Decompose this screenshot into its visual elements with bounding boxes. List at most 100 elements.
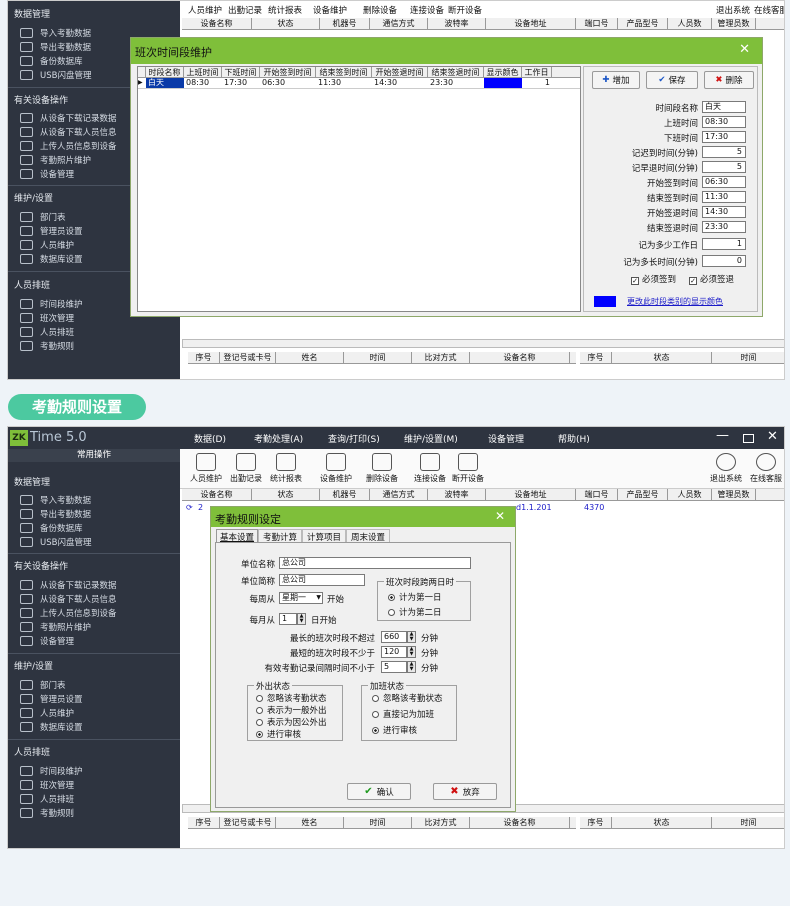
must-signin-checkbox[interactable]: ✓ 必须签到 [631, 273, 676, 285]
col-header[interactable]: 状态 [612, 352, 712, 363]
sidebar-item-backup[interactable]: 备份数据库 [20, 522, 83, 534]
sidebar-item-db-settings[interactable]: 数据库设置 [20, 253, 83, 265]
cancel-button[interactable]: ✖ 放弃 [433, 783, 497, 800]
timeslot-field-input[interactable]: 14:30 [702, 206, 746, 218]
sidebar-item-upload-users[interactable]: 上传人员信息到设备 [20, 607, 117, 619]
ot-ignore-radio[interactable]: 忽略该考勤状态 [372, 692, 443, 704]
toolbar-disconnect[interactable]: 断开设备 [448, 453, 488, 484]
sidebar-item-download-users[interactable]: 从设备下载人员信息 [20, 126, 117, 138]
sidebar-item-scheduling[interactable]: 人员排班 [20, 326, 74, 338]
col-header[interactable]: 结束签到时间 [316, 67, 372, 77]
confirm-button[interactable]: ✔ 确认 [347, 783, 411, 800]
timeslot-field-input[interactable]: 5 [702, 146, 746, 158]
timeslot-field-input[interactable]: 白天 [702, 101, 746, 113]
col-header[interactable]: 设备名称 [182, 18, 252, 29]
col-header[interactable]: 机器号 [320, 489, 370, 500]
toolbar-users[interactable]: 人员维护 [186, 453, 226, 484]
sidebar-item-devices[interactable]: 设备管理 [20, 635, 74, 647]
col-header[interactable]: 姓名 [276, 817, 344, 828]
toolbar-connect[interactable]: 连接设备 [410, 4, 444, 16]
timeslot-field-input[interactable]: 11:30 [702, 191, 746, 203]
table-row[interactable]: ▶ 白天 08:30 17:30 06:30 11:30 14:30 23:30… [138, 78, 580, 89]
col-header[interactable]: 设备名称 [182, 489, 252, 500]
timeslot-field-input[interactable]: 17:30 [702, 131, 746, 143]
month-start-field[interactable]: 1 [279, 613, 297, 625]
col-header[interactable]: 序号 [580, 817, 612, 828]
col-header[interactable]: 设备名称 [470, 817, 570, 828]
toolbar-device-maint[interactable]: 设备维护 [313, 4, 347, 16]
col-header[interactable]: 工作日 [522, 67, 552, 77]
cell[interactable]: 23:30 [428, 78, 484, 88]
sidebar-item-db-settings[interactable]: 数据库设置 [20, 721, 83, 733]
sidebar-item-scheduling[interactable]: 人员排班 [20, 793, 74, 805]
sidebar-item-users[interactable]: 人员维护 [20, 707, 74, 719]
sidebar-item-usb[interactable]: USB闪盘管理 [20, 69, 91, 81]
col-header[interactable]: 序号 [188, 352, 220, 363]
sidebar-item-departments[interactable]: 部门表 [20, 679, 66, 691]
cross-first-radio[interactable]: 计为第一日 [388, 591, 442, 603]
spinner-icon[interactable]: ▲ ▼ [297, 613, 306, 625]
cross-second-radio[interactable]: 计为第二日 [388, 606, 442, 618]
ot-direct-radio[interactable]: 直接记为加班 [372, 708, 434, 720]
cell[interactable]: 08:30 [184, 78, 222, 88]
col-header[interactable]: 机器号 [320, 18, 370, 29]
tab-weekend[interactable]: 周末设置 [346, 529, 391, 543]
menu-attendance[interactable]: 考勤处理(A) [254, 432, 303, 445]
col-header[interactable]: 时间 [344, 352, 412, 363]
col-header[interactable]: 人员数 [668, 489, 712, 500]
col-header[interactable]: 姓名 [276, 352, 344, 363]
sidebar-item-departments[interactable]: 部门表 [20, 211, 66, 223]
cell[interactable]: 17:30 [222, 78, 260, 88]
menu-data[interactable]: 数据(D) [194, 432, 226, 445]
spinner-icon[interactable]: ▲ ▼ [407, 646, 416, 658]
col-header[interactable]: 上班时间 [184, 67, 222, 77]
sidebar-item-download-users[interactable]: 从设备下载人员信息 [20, 593, 117, 605]
sidebar-item-devices[interactable]: 设备管理 [20, 168, 74, 180]
sidebar-item-download-records[interactable]: 从设备下载记录数据 [20, 579, 117, 591]
longest-field[interactable]: 660 [381, 631, 407, 643]
col-header[interactable]: 人员数 [668, 18, 712, 29]
sidebar-item-shifts[interactable]: 班次管理 [20, 312, 74, 324]
toolbar-support[interactable]: 在线客服 [746, 453, 784, 484]
toolbar-device-maint[interactable]: 设备维护 [314, 453, 358, 484]
timeslot-field-input[interactable]: 0 [702, 255, 746, 267]
sidebar-item-upload-users[interactable]: 上传人员信息到设备 [20, 140, 117, 152]
col-header[interactable]: 登记号或卡号 [220, 817, 276, 828]
col-header[interactable]: 波特率 [428, 18, 486, 29]
col-header[interactable]: 管理员数 [712, 489, 756, 500]
col-header[interactable]: 通信方式 [370, 489, 428, 500]
col-header[interactable]: 状态 [252, 18, 320, 29]
col-header[interactable]: 时间 [344, 817, 412, 828]
col-header[interactable]: 序号 [580, 352, 612, 363]
col-header[interactable]: 端口号 [576, 18, 618, 29]
sidebar-item-import[interactable]: 导入考勤数据 [20, 27, 91, 39]
spinner-icon[interactable]: ▲ ▼ [407, 661, 416, 673]
timeslot-field-input[interactable]: 23:30 [702, 221, 746, 233]
toolbar-support[interactable]: 在线客服 [754, 4, 784, 16]
sidebar-item-admins[interactable]: 管理员设置 [20, 225, 83, 237]
sidebar-item-timeslots[interactable]: 时间段维护 [20, 298, 83, 310]
close-icon[interactable]: ✕ [739, 42, 750, 57]
interval-field[interactable]: 5 [381, 661, 407, 673]
sidebar-item-rules[interactable]: 考勤规则 [20, 340, 74, 352]
sidebar-item-usb[interactable]: USB闪盘管理 [20, 536, 91, 548]
save-button[interactable]: ✔ 保存 [646, 71, 698, 89]
sidebar-item-import[interactable]: 导入考勤数据 [20, 494, 91, 506]
menu-device[interactable]: 设备管理 [488, 432, 524, 445]
col-header[interactable]: 结束签退时间 [428, 67, 484, 77]
toolbar-users[interactable]: 人员维护 [188, 4, 222, 16]
sidebar-item-timeslots[interactable]: 时间段维护 [20, 765, 83, 777]
toolbar-reports[interactable]: 统计报表 [266, 453, 306, 484]
sidebar-item-admins[interactable]: 管理员设置 [20, 693, 83, 705]
toolbar-connect[interactable]: 连接设备 [410, 453, 450, 484]
cell[interactable]: 06:30 [260, 78, 316, 88]
cell[interactable]: 白天 [146, 78, 184, 88]
col-header[interactable]: 状态 [252, 489, 320, 500]
toolbar-reports[interactable]: 统计报表 [268, 4, 302, 16]
cell[interactable]: 11:30 [316, 78, 372, 88]
week-start-select[interactable]: 星期一 ▼ [279, 592, 323, 604]
col-header[interactable]: 时间 [712, 817, 784, 828]
toolbar-exit[interactable]: 退出系统 [716, 4, 750, 16]
sidebar-item-download-records[interactable]: 从设备下载记录数据 [20, 112, 117, 124]
toolbar-records[interactable]: 出勤记录 [226, 453, 266, 484]
